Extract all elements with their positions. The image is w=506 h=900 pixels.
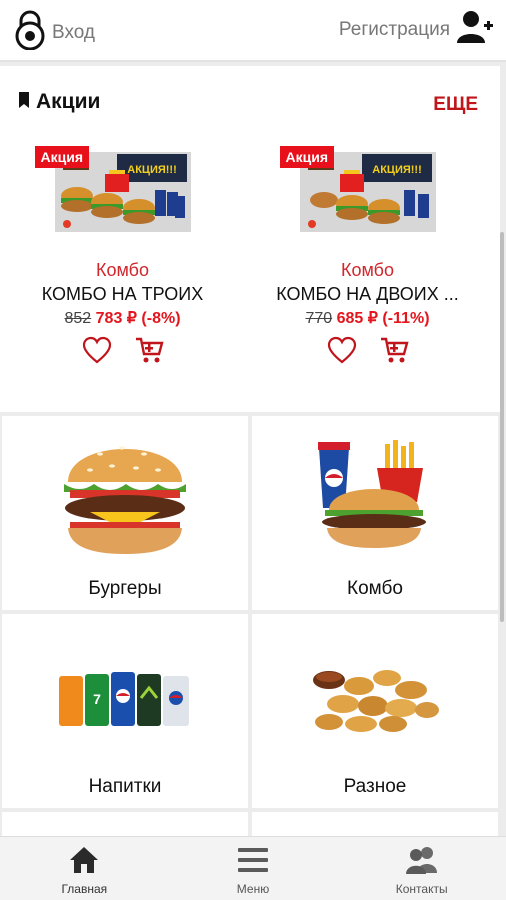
bottom-navigation: Главная Меню Контакты <box>0 836 506 900</box>
offer-name: КОМБО НА ТРОИХ <box>41 284 204 304</box>
category-drinks[interactable]: 7 Напитки <box>2 614 248 808</box>
promotions-section: Акции ЕЩЕ АКЦИЯ!!! Акция Комбо КОМБО НА … <box>0 66 500 412</box>
offer-price: 770 685 ₽ (-11%) <box>245 308 490 328</box>
burger-image <box>60 430 190 567</box>
offer-category: Комбо <box>96 260 149 280</box>
bookmark-icon <box>18 91 30 114</box>
offer-actions <box>0 336 245 369</box>
nav-menu-label: Меню <box>236 882 270 896</box>
offer-actions <box>245 336 490 369</box>
nav-home-label: Главная <box>61 882 108 896</box>
svg-text:АКЦИЯ!!!: АКЦИЯ!!! <box>127 164 177 176</box>
promo-badge: Акция <box>34 146 89 168</box>
category-label: Комбо <box>347 578 403 599</box>
offer-name: КОМБО НА ДВОИХ ... <box>276 284 459 304</box>
promotions-header: Акции <box>18 90 100 114</box>
register-button[interactable]: Регистрация <box>339 10 494 49</box>
add-to-cart-icon[interactable] <box>379 336 409 369</box>
new-price: 783 ₽ (-8%) <box>95 310 181 327</box>
register-label: Регистрация <box>338 18 450 40</box>
svg-text:АКЦИЯ!!!: АКЦИЯ!!! <box>372 164 422 176</box>
combo-image <box>315 438 435 561</box>
old-price: 852 <box>64 310 92 327</box>
promo-badge: Акция <box>279 146 334 168</box>
svg-text:7: 7 <box>93 691 101 707</box>
menu-icon <box>237 848 269 879</box>
category-burgers[interactable]: Бургеры <box>2 416 248 610</box>
nav-contacts[interactable]: Контакты <box>337 837 506 900</box>
combo-promo-image: АКЦИЯ!!! Акция <box>279 146 436 232</box>
login-button[interactable]: Вход <box>12 10 95 55</box>
heart-icon[interactable] <box>82 336 112 369</box>
category-label: Разное <box>343 776 407 797</box>
more-link[interactable]: ЕЩЕ <box>433 94 478 116</box>
category-misc[interactable]: Разное <box>252 614 498 808</box>
home-icon <box>68 847 100 879</box>
old-price: 770 <box>305 310 333 327</box>
add-to-cart-icon[interactable] <box>134 336 164 369</box>
combo-promo-image: АКЦИЯ!!! Акция <box>34 146 191 232</box>
offer-category: Комбо <box>341 260 394 280</box>
new-price: 685 ₽ (-11%) <box>336 310 430 327</box>
offer-price: 852 783 ₽ (-8%) <box>0 308 245 328</box>
add-user-icon <box>456 10 494 49</box>
heart-icon[interactable] <box>327 336 357 369</box>
offer-card[interactable]: АКЦИЯ!!! Акция Комбо КОМБО НА ДВОИХ ... … <box>245 146 490 369</box>
top-bar: Вход Регистрация <box>0 0 506 62</box>
nuggets-image <box>307 664 443 739</box>
login-label: Вход <box>52 21 95 43</box>
offer-card[interactable]: АКЦИЯ!!! Акция Комбо КОМБО НА ТРОИХ 852 … <box>0 146 245 369</box>
promotions-title: Акции <box>36 90 101 113</box>
padlock-icon <box>12 10 48 55</box>
nav-contacts-label: Контакты <box>395 882 448 896</box>
category-label: Бургеры <box>88 578 162 599</box>
contacts-icon <box>403 847 441 879</box>
nav-menu[interactable]: Меню <box>169 837 338 900</box>
category-label: Напитки <box>88 776 162 797</box>
scrollbar[interactable] <box>500 232 504 622</box>
nav-home[interactable]: Главная <box>0 837 169 900</box>
category-combo[interactable]: Комбо <box>252 416 498 610</box>
drinks-image: 7 <box>57 670 193 735</box>
